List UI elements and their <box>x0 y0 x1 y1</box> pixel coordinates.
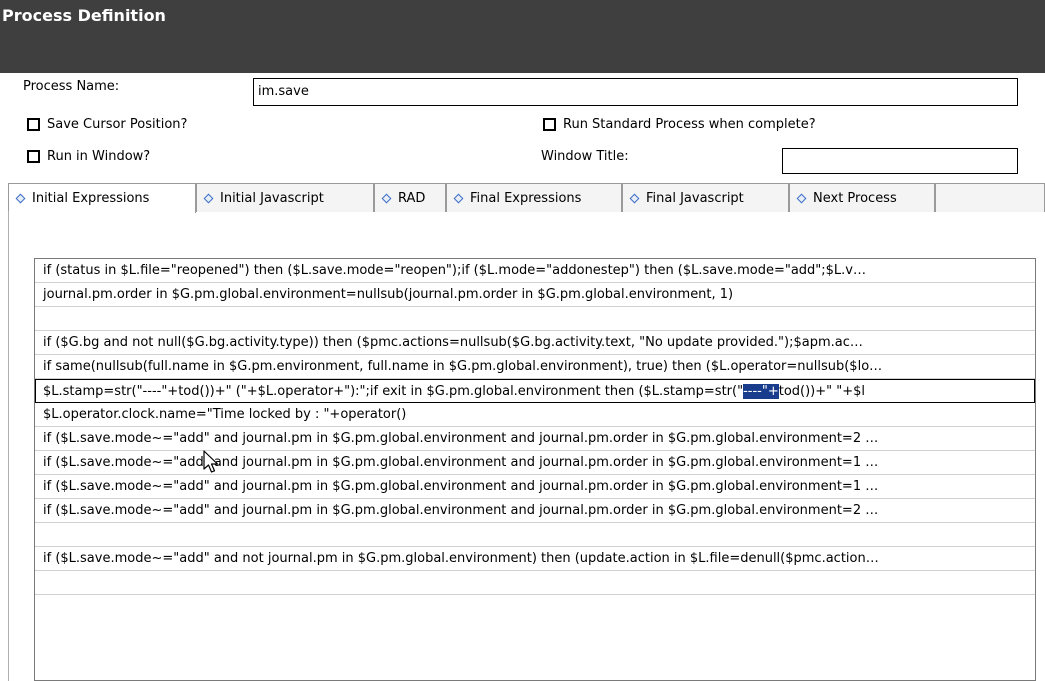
run-in-window-checkbox[interactable] <box>27 150 40 163</box>
tab-label: Final Javascript <box>646 190 744 206</box>
tab-final-javascript[interactable]: Final Javascript <box>622 183 789 212</box>
diamond-icon <box>629 193 640 203</box>
expressions-table: if (status in $L.file="reopened") then (… <box>34 258 1036 681</box>
run-in-window-label: Run in Window? <box>47 149 151 164</box>
editor-text-after: tod())+" "+$l <box>778 384 865 399</box>
expression-row[interactable]: if ($G.bg and not null($G.bg.activity.ty… <box>35 331 1035 355</box>
save-cursor-label: Save Cursor Position? <box>47 117 188 132</box>
expression-row[interactable]: if ($L.save.mode~="add" and journal.pm i… <box>35 451 1035 475</box>
expression-row[interactable]: if ($L.save.mode~="add" and not journal.… <box>35 547 1035 571</box>
expression-row[interactable]: $L.operator.clock.name="Time locked by :… <box>35 403 1035 427</box>
tab-panel-border <box>8 211 9 681</box>
process-name-input[interactable]: im.save <box>253 78 1018 106</box>
tab-label: Next Process <box>813 190 897 206</box>
expression-row[interactable] <box>35 523 1035 547</box>
diamond-icon <box>796 193 807 203</box>
expression-row[interactable]: if (status in $L.file="reopened") then (… <box>35 259 1035 283</box>
diamond-icon <box>381 193 392 203</box>
diamond-icon <box>453 193 464 203</box>
run-in-window-option[interactable]: Run in Window? <box>27 149 150 164</box>
run-standard-option[interactable]: Run Standard Process when complete? <box>543 117 816 132</box>
tab-rad[interactable]: RAD <box>374 183 446 212</box>
editor-text-before: $L.stamp=str("----"+tod())+" ("+$L.opera… <box>43 384 744 399</box>
title-bar: Process Definition <box>0 0 1045 73</box>
page-title: Process Definition <box>2 6 166 25</box>
tab-label: RAD <box>398 190 426 206</box>
window-title-label: Window Title: <box>541 149 629 164</box>
tab-initial-expressions[interactable]: Initial Expressions <box>8 183 196 213</box>
tab-initial-javascript[interactable]: Initial Javascript <box>196 183 374 212</box>
save-cursor-option[interactable]: Save Cursor Position? <box>27 117 187 132</box>
tab-next-process[interactable]: Next Process <box>789 183 935 212</box>
expression-row[interactable]: if ($L.save.mode~="add" and journal.pm i… <box>35 499 1035 523</box>
expression-row-editor[interactable]: $L.stamp=str("----"+tod())+" ("+$L.opera… <box>35 379 1035 403</box>
tab-strip: Initial Expressions Initial Javascript R… <box>8 183 1045 213</box>
run-standard-label: Run Standard Process when complete? <box>563 117 816 132</box>
mouse-pointer-icon <box>203 450 219 473</box>
tab-label: Initial Javascript <box>220 190 324 206</box>
expression-row[interactable]: if ($L.save.mode~="add" and journal.pm i… <box>35 475 1035 499</box>
process-name-label: Process Name: <box>23 79 120 94</box>
tab-label: Initial Expressions <box>32 191 150 206</box>
expression-row[interactable]: if ($L.save.mode~="add" and journal.pm i… <box>35 427 1035 451</box>
tab-label: Final Expressions <box>470 190 582 206</box>
window-title-input[interactable] <box>782 148 1018 174</box>
expression-row[interactable] <box>35 307 1035 331</box>
tab-final-expressions[interactable]: Final Expressions <box>446 183 622 212</box>
diamond-icon <box>203 193 214 203</box>
expression-row[interactable]: if same(nullsub(full.name in $G.pm.envir… <box>35 355 1035 379</box>
editor-selection: ----"+ <box>743 384 779 399</box>
run-standard-checkbox[interactable] <box>543 118 556 131</box>
expression-row[interactable] <box>35 571 1035 595</box>
diamond-icon <box>15 193 26 204</box>
tab-strip-filler <box>935 183 1045 212</box>
expression-row[interactable]: journal.pm.order in $G.pm.global.environ… <box>35 283 1035 307</box>
save-cursor-checkbox[interactable] <box>27 118 40 131</box>
